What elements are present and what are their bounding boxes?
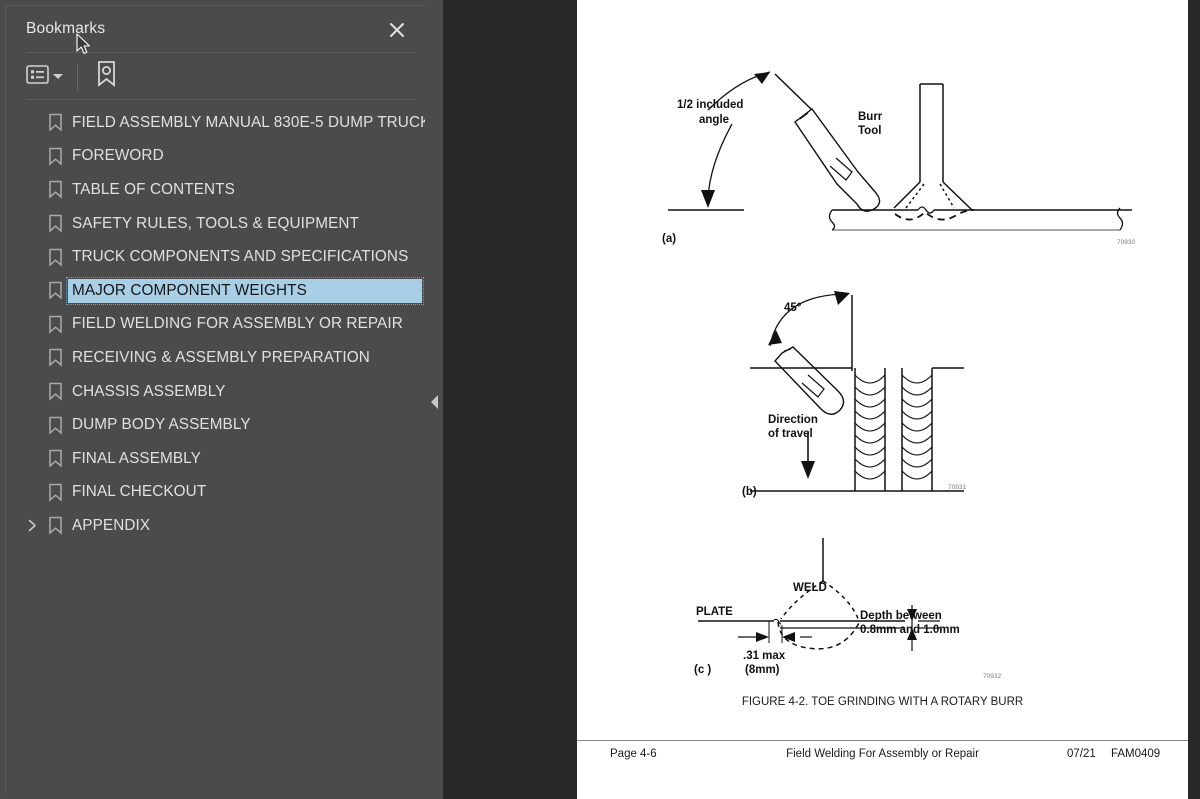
figure-b-drawing-id: 70931 bbox=[948, 484, 966, 491]
bookmark-icon bbox=[42, 110, 68, 136]
options-list-icon bbox=[26, 64, 49, 89]
figure-a: 1/2 included angle Burr Tool (a) 70930 bbox=[662, 62, 1152, 257]
bookmark-item[interactable]: APPENDIX bbox=[6, 509, 426, 543]
chevron-placeholder bbox=[22, 113, 42, 133]
bookmark-item-label: APPENDIX bbox=[72, 516, 151, 534]
figure-a-tool-label-line1: Burr bbox=[858, 111, 883, 123]
bookmark-item[interactable]: FINAL CHECKOUT bbox=[6, 476, 426, 510]
bookmark-item-label: RECEIVING & ASSEMBLY PREPARATION bbox=[72, 348, 370, 366]
toolbar-separator bbox=[77, 63, 79, 90]
bookmark-item[interactable]: MAJOR COMPONENT WEIGHTS bbox=[6, 274, 426, 308]
toolbar-divider-top bbox=[26, 52, 416, 53]
footer-date: 07/21 bbox=[1067, 748, 1096, 760]
bookmark-item-label: FINAL ASSEMBLY bbox=[72, 449, 201, 467]
bookmark-item[interactable]: FINAL ASSEMBLY bbox=[6, 442, 426, 476]
figure-b-travel-label-line1: Direction bbox=[768, 414, 818, 426]
figure-a-drawing-id: 70930 bbox=[1117, 239, 1135, 246]
chevron-placeholder bbox=[22, 314, 42, 334]
toolbar-divider-bottom bbox=[26, 99, 416, 100]
bookmark-icon bbox=[42, 379, 68, 405]
bookmark-item[interactable]: DUMP BODY ASSEMBLY bbox=[6, 408, 426, 442]
bookmark-item[interactable]: RECEIVING & ASSEMBLY PREPARATION bbox=[6, 341, 426, 375]
chevron-placeholder bbox=[22, 214, 42, 234]
bookmarks-panel-inner: Bookmarks FIELD ASSEMBLY MANUAL 830E-5 D… bbox=[5, 5, 430, 795]
bookmark-icon bbox=[42, 513, 68, 539]
figure-b-travel-label-line2: of travel bbox=[768, 428, 813, 440]
bookmark-item-label: FIELD ASSEMBLY MANUAL 830E-5 DUMP TRUCK bbox=[72, 113, 431, 131]
bookmark-item[interactable]: FIELD ASSEMBLY MANUAL 830E-5 DUMP TRUCK bbox=[6, 106, 430, 140]
panel-title: Bookmarks bbox=[26, 20, 106, 37]
chevron-placeholder bbox=[22, 281, 42, 301]
bookmark-item-label: CHASSIS ASSEMBLY bbox=[72, 382, 226, 400]
figure-c-plate-label: PLATE bbox=[696, 606, 733, 618]
bookmarks-list: FIELD ASSEMBLY MANUAL 830E-5 DUMP TRUCK F… bbox=[6, 106, 430, 543]
bookmark-icon bbox=[42, 479, 68, 505]
bookmark-item-label: TABLE OF CONTENTS bbox=[72, 180, 235, 198]
bookmarks-panel: Bookmarks FIELD ASSEMBLY MANUAL 830E-5 D… bbox=[0, 0, 430, 799]
pdf-viewer-window: Bookmarks FIELD ASSEMBLY MANUAL 830E-5 D… bbox=[0, 0, 1200, 799]
bookmark-icon bbox=[42, 412, 68, 438]
figure-b-angle-label: 45° bbox=[784, 302, 802, 314]
figure-a-tag: (a) bbox=[662, 233, 676, 245]
close-icon[interactable] bbox=[385, 18, 409, 42]
document-page: 1/2 included angle Burr Tool (a) 70930 4… bbox=[577, 0, 1188, 799]
bookmark-icon bbox=[42, 278, 68, 304]
bookmark-item-label: DUMP BODY ASSEMBLY bbox=[72, 416, 251, 434]
figure-caption: FIGURE 4-2. TOE GRINDING WITH A ROTARY B… bbox=[741, 696, 1024, 708]
figure-c-tag: (c ) bbox=[694, 664, 711, 676]
bookmark-icon bbox=[42, 446, 68, 472]
chevron-right-icon[interactable] bbox=[22, 516, 42, 536]
figure-c-weld-label: WELD bbox=[793, 582, 827, 594]
figure-b-tag: (b) bbox=[742, 486, 757, 498]
bookmark-icon bbox=[42, 143, 68, 169]
chevron-placeholder bbox=[22, 482, 42, 502]
figure-c-depth-label-line1: Depth between bbox=[860, 610, 942, 622]
bookmark-icon bbox=[42, 244, 68, 270]
footer-divider bbox=[577, 740, 1188, 741]
figure-b: 45° Direction of travel (b) 70931 bbox=[742, 283, 982, 505]
bookmarks-toolbar bbox=[26, 60, 118, 94]
bookmark-item[interactable]: SAFETY RULES, TOOLS & EQUIPMENT bbox=[6, 207, 426, 241]
footer-doc-info: 07/21 FAM0409 bbox=[1067, 748, 1172, 760]
bookmark-item[interactable]: TABLE OF CONTENTS bbox=[6, 173, 426, 207]
bookmark-item-label: SAFETY RULES, TOOLS & EQUIPMENT bbox=[72, 214, 360, 232]
bookmark-item[interactable]: FOREWORD bbox=[6, 140, 426, 174]
figure-c-max-label-line1: .31 max bbox=[743, 650, 786, 662]
chevron-placeholder bbox=[22, 449, 42, 469]
chevron-down-icon bbox=[53, 74, 63, 79]
figure-a-angle-label-line2: angle bbox=[699, 114, 729, 126]
triangle-left-icon[interactable] bbox=[426, 393, 442, 411]
figure-a-tool-label-line2: Tool bbox=[858, 125, 881, 137]
viewer-right-strip bbox=[1188, 0, 1200, 799]
footer-doc-number: FAM0409 bbox=[1110, 748, 1161, 760]
bookmark-item-label: FIELD WELDING FOR ASSEMBLY OR REPAIR bbox=[72, 315, 403, 333]
bookmark-item-label: TRUCK COMPONENTS AND SPECIFICATIONS bbox=[72, 248, 409, 266]
figure-c-max-label-line2: (8mm) bbox=[745, 664, 780, 676]
figure-c-depth-label-line2: 0.8mm and 1.0mm bbox=[860, 624, 960, 636]
bookmark-item-label: MAJOR COMPONENT WEIGHTS bbox=[66, 276, 424, 305]
chevron-placeholder bbox=[22, 247, 42, 267]
chevron-placeholder bbox=[22, 348, 42, 368]
bookmark-item[interactable]: FIELD WELDING FOR ASSEMBLY OR REPAIR bbox=[6, 308, 426, 342]
chevron-placeholder bbox=[22, 415, 42, 435]
chevron-placeholder bbox=[22, 146, 42, 166]
bookmark-target-icon bbox=[95, 60, 118, 93]
find-current-bookmark-button[interactable] bbox=[95, 60, 118, 93]
bookmark-icon bbox=[42, 311, 68, 337]
bookmark-item-label: FOREWORD bbox=[72, 147, 164, 165]
figure-c-drawing-id: 70932 bbox=[983, 673, 1001, 680]
bookmark-item[interactable]: TRUCK COMPONENTS AND SPECIFICATIONS bbox=[6, 240, 426, 274]
chevron-placeholder bbox=[22, 382, 42, 402]
bookmark-icon bbox=[42, 211, 68, 237]
figure-a-angle-label-line1: 1/2 included bbox=[677, 99, 743, 111]
bookmark-icon bbox=[42, 345, 68, 371]
bookmark-icon bbox=[42, 177, 68, 203]
figure-c: PLATE WELD Depth between 0.8mm and 1.0mm… bbox=[690, 533, 1050, 688]
page-footer: Page 4-6 Field Welding For Assembly or R… bbox=[577, 748, 1188, 768]
bookmark-item[interactable]: CHASSIS ASSEMBLY bbox=[6, 375, 426, 409]
bookmark-options-button[interactable] bbox=[26, 64, 63, 89]
chevron-placeholder bbox=[22, 180, 42, 200]
bookmark-item-label: FINAL CHECKOUT bbox=[72, 483, 207, 501]
